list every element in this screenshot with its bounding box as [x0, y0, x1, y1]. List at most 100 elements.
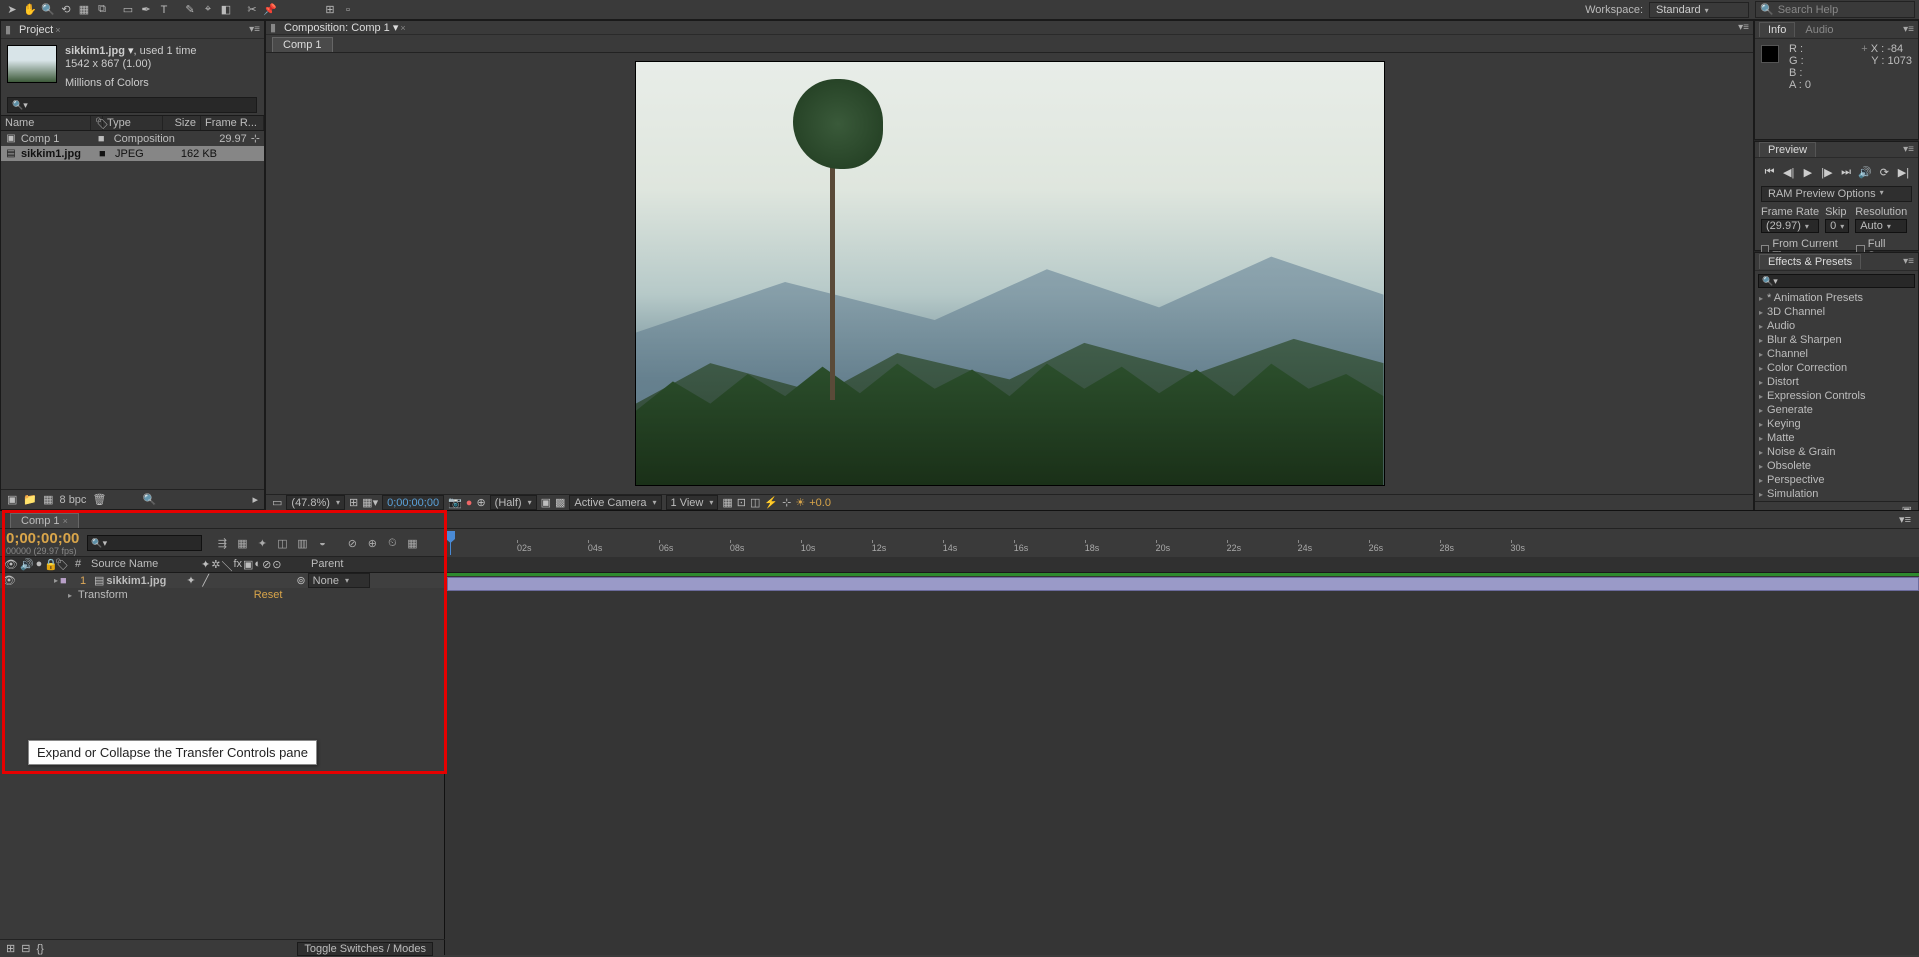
- tl-btn-icon[interactable]: ▥: [294, 535, 310, 551]
- effects-category[interactable]: ▸Expression Controls: [1755, 389, 1918, 403]
- info-tab[interactable]: Info: [1759, 22, 1795, 37]
- framerate-input[interactable]: (29.97): [1761, 219, 1819, 233]
- time-ruler[interactable]: 02s04s06s08s10s12s14s16s18s20s22s24s26s2…: [445, 529, 1919, 557]
- tl-btn-icon[interactable]: ▦: [404, 535, 420, 551]
- tl-btn-icon[interactable]: ⊘: [344, 535, 360, 551]
- panbehind-tool-icon[interactable]: ⧉: [94, 2, 110, 18]
- effects-tab[interactable]: Effects & Presets: [1759, 254, 1861, 269]
- clone-tool-icon[interactable]: ⌖: [200, 2, 216, 18]
- video-col-icon[interactable]: 👁: [4, 558, 18, 571]
- pixel-icon[interactable]: ◫: [750, 496, 760, 509]
- play-icon[interactable]: ▶: [1799, 164, 1816, 180]
- toggle-switches-button[interactable]: Toggle Switches / Modes: [297, 942, 433, 956]
- parent-col[interactable]: Parent: [308, 557, 398, 572]
- prev-frame-icon[interactable]: ◀|: [1780, 164, 1797, 180]
- close-icon[interactable]: ×: [400, 23, 405, 33]
- selection-tool-icon[interactable]: ➤: [4, 2, 20, 18]
- grid-icon[interactable]: ▦▾: [362, 496, 378, 509]
- eraser-tool-icon[interactable]: ◧: [218, 2, 234, 18]
- comp-tab[interactable]: Comp 1: [272, 37, 333, 52]
- audio-col-icon[interactable]: 🔊: [20, 558, 34, 571]
- snap-icon[interactable]: ⊞: [322, 2, 338, 18]
- layer-name[interactable]: sikkim1.jpg: [106, 575, 184, 587]
- close-icon[interactable]: ×: [55, 25, 60, 35]
- resolution-select[interactable]: (Half): [490, 495, 537, 510]
- project-search-input[interactable]: 🔍▾: [7, 97, 257, 113]
- composition-viewer[interactable]: [266, 53, 1753, 494]
- project-row[interactable]: ▣ Comp 1 ■ Composition 29.97 ⊹: [1, 131, 264, 146]
- parent-select[interactable]: None: [308, 573, 370, 588]
- rotate-tool-icon[interactable]: ⟲: [58, 2, 74, 18]
- timeline-tracks[interactable]: [445, 573, 1919, 955]
- eye-icon[interactable]: 👁: [2, 574, 16, 587]
- zoom-tool-icon[interactable]: 🔍: [40, 2, 56, 18]
- effects-category[interactable]: ▸Simulation: [1755, 487, 1918, 501]
- effects-category[interactable]: ▸Perspective: [1755, 473, 1918, 487]
- drag-icon[interactable]: ▮: [5, 23, 15, 36]
- time-display[interactable]: 0;00;00;00: [382, 495, 444, 510]
- drag-icon[interactable]: ▮: [270, 21, 280, 34]
- exposure-icon[interactable]: ☀: [795, 496, 805, 509]
- source-name-col[interactable]: Source Name: [88, 557, 198, 572]
- reset-button[interactable]: Reset: [254, 589, 283, 601]
- fast-icon[interactable]: ⚡: [764, 496, 778, 509]
- effects-category[interactable]: ▸Color Correction: [1755, 361, 1918, 375]
- project-row[interactable]: ▤ sikkim1.jpg ■ JPEG 162 KB: [1, 146, 264, 161]
- comp-icon[interactable]: ▦: [43, 493, 53, 506]
- timeline-tab[interactable]: Comp 1 ×: [10, 513, 79, 528]
- ram-preview-icon[interactable]: ▶|: [1895, 164, 1912, 180]
- view-opt2-icon[interactable]: ⊡: [737, 496, 746, 509]
- roi-icon[interactable]: ▣: [541, 496, 551, 509]
- snapshot-icon[interactable]: 📷: [448, 496, 462, 509]
- camera-select[interactable]: Active Camera: [569, 495, 661, 510]
- transform-row[interactable]: ▸ Transform Reset: [0, 588, 444, 602]
- tl-foot-icon[interactable]: ⊟: [21, 942, 30, 955]
- next-frame-icon[interactable]: |▶: [1818, 164, 1835, 180]
- effects-category[interactable]: ▸Blur & Sharpen: [1755, 333, 1918, 347]
- channel-icon[interactable]: ●: [466, 497, 473, 509]
- effects-category[interactable]: ▸* Animation Presets: [1755, 291, 1918, 305]
- tl-btn-icon[interactable]: ⊕: [364, 535, 380, 551]
- type-tool-icon[interactable]: T: [156, 2, 172, 18]
- roto-tool-icon[interactable]: ✂: [244, 2, 260, 18]
- resolution-input[interactable]: Auto: [1855, 219, 1907, 233]
- pickwhip-icon[interactable]: ⊚: [296, 574, 305, 587]
- snap2-icon[interactable]: ▫: [340, 2, 356, 18]
- effects-category[interactable]: ▸Matte: [1755, 431, 1918, 445]
- effects-category[interactable]: ▸Channel: [1755, 347, 1918, 361]
- tl-btn-icon[interactable]: ⏲: [384, 535, 400, 551]
- project-tab[interactable]: Project: [19, 24, 53, 36]
- res-icon[interactable]: ⊞: [349, 496, 358, 509]
- loop-icon[interactable]: ⟳: [1876, 164, 1893, 180]
- brush-tool-icon[interactable]: ✎: [182, 2, 198, 18]
- zoom-select[interactable]: (47.8%): [286, 495, 345, 510]
- effects-category[interactable]: ▸Generate: [1755, 403, 1918, 417]
- effects-category[interactable]: ▸Audio: [1755, 319, 1918, 333]
- bpc-button[interactable]: 8 bpc: [60, 494, 87, 506]
- panel-menu-icon[interactable]: ▾≡: [249, 24, 260, 35]
- resize-icon[interactable]: ▸: [252, 493, 258, 506]
- effects-category[interactable]: ▸Keying: [1755, 417, 1918, 431]
- tl-btn-icon[interactable]: ⇶: [214, 535, 230, 551]
- first-frame-icon[interactable]: ⏮: [1761, 164, 1778, 180]
- audio-icon[interactable]: 🔊: [1857, 164, 1874, 180]
- effects-category[interactable]: ▸Noise & Grain: [1755, 445, 1918, 459]
- tl-btn-icon[interactable]: ✦: [254, 535, 270, 551]
- panel-menu-icon[interactable]: ▾≡: [1903, 144, 1914, 155]
- search-icon[interactable]: 🔍: [143, 493, 157, 506]
- workspace-select[interactable]: Standard: [1649, 2, 1749, 18]
- playhead[interactable]: [446, 531, 455, 555]
- composition-header-tab[interactable]: Composition: Comp 1 ▾: [284, 21, 398, 34]
- panel-menu-icon[interactable]: ▾≡: [1903, 24, 1914, 35]
- 3d-icon[interactable]: ⊹: [782, 496, 791, 509]
- effects-search-input[interactable]: 🔍▾: [1758, 274, 1915, 288]
- ram-preview-select[interactable]: RAM Preview Options: [1761, 186, 1912, 202]
- pen-tool-icon[interactable]: ✒: [138, 2, 154, 18]
- puppet-tool-icon[interactable]: 📌: [262, 2, 278, 18]
- layer-row[interactable]: 👁 ▸ ■ 1 ▤ sikkim1.jpg ✦ ╱ ⊚ None: [0, 573, 444, 588]
- transp-icon[interactable]: ▩: [555, 496, 565, 509]
- rect-tool-icon[interactable]: ▭: [120, 2, 136, 18]
- effects-category[interactable]: ▸Obsolete: [1755, 459, 1918, 473]
- preview-tab[interactable]: Preview: [1759, 142, 1816, 157]
- label-col-icon[interactable]: 🏷: [52, 557, 72, 572]
